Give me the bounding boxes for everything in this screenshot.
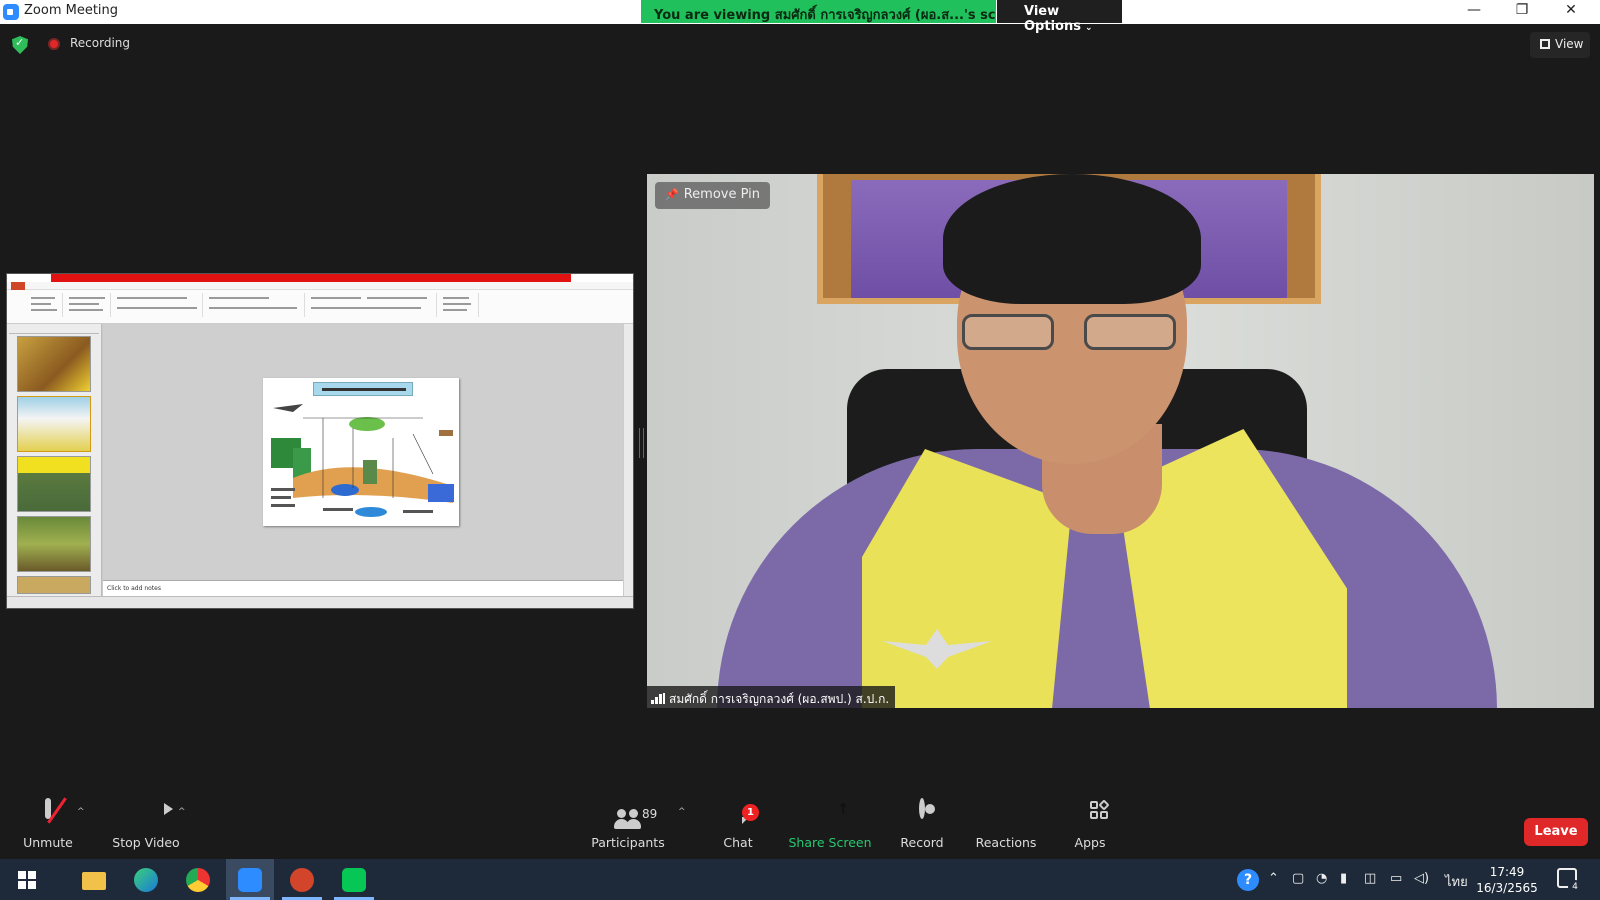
unmute-label: Unmute [23, 835, 73, 850]
restore-button[interactable]: ❐ [1499, 2, 1545, 18]
leave-button[interactable]: Leave [1524, 818, 1588, 846]
powerpoint-icon [290, 868, 314, 892]
security-tray-icon[interactable]: ◫ [1364, 871, 1376, 886]
shared-ppt-scrollbar [623, 324, 633, 596]
panel-splitter-handle[interactable] [639, 428, 644, 458]
chat-label: Chat [723, 835, 753, 850]
chat-unread-badge: 1 [742, 804, 759, 821]
pin-icon: 📌 [665, 188, 679, 201]
participant-name-tag: สมศักดิ์ การเจริญกลวงศ์ (ผอ.สพป.) ส.ป.ก. [647, 686, 896, 708]
shared-ppt-status-bar [7, 596, 633, 608]
slide-thumbnail [17, 396, 91, 452]
microphone-tray-icon[interactable]: ▮ [1340, 871, 1347, 886]
participants-button[interactable]: 89 Participants [590, 797, 666, 850]
windows-logo-icon [18, 871, 36, 889]
participants-count: 89 [642, 807, 658, 821]
shared-ppt-file-tab [11, 282, 25, 290]
chat-button[interactable]: Chat [710, 797, 766, 850]
taskbar-file-explorer[interactable] [70, 859, 118, 900]
stop-video-label: Stop Video [112, 835, 180, 850]
minimize-button[interactable]: — [1451, 2, 1497, 18]
windows-taskbar: ? ⌃ ▢ ◔ ▮ ◫ ▭ ◁) ไทย 17:49 16/3/2565 4 [0, 859, 1600, 900]
taskbar-line[interactable] [330, 859, 378, 900]
battery-icon[interactable]: ▭ [1390, 871, 1402, 886]
encryption-shield-icon[interactable] [12, 36, 28, 54]
input-language[interactable]: ไทย [1445, 871, 1468, 892]
shared-ppt-ribbon [7, 290, 633, 324]
help-icon[interactable]: ? [1237, 869, 1259, 891]
apps-label: Apps [1074, 835, 1106, 850]
chrome-icon [186, 868, 210, 892]
line-app-icon [342, 868, 366, 892]
notes-pane: Click to add notes [103, 580, 623, 596]
clock-time: 17:49 [1489, 865, 1525, 879]
window-title-bar: Zoom Meeting You are viewing สมศักดิ์ กา… [0, 0, 1600, 34]
muted-mic-icon [45, 797, 67, 824]
shared-ppt-title-strip [51, 274, 571, 282]
zoom-app-icon [3, 4, 19, 20]
meeting-top-bar: Recording View [0, 24, 1600, 64]
zoom-icon [238, 868, 262, 892]
shared-ppt-slide-canvas [103, 324, 623, 580]
remove-pin-button[interactable]: 📌 Remove Pin [655, 182, 770, 209]
taskbar-chrome[interactable] [174, 859, 222, 900]
shared-ppt-ribbon-tabs [7, 282, 633, 290]
slide-thumbnail [17, 576, 91, 594]
show-hidden-icons-icon[interactable]: ⌃ [1268, 871, 1279, 886]
signal-strength-icon [651, 693, 665, 704]
taskbar-zoom[interactable] [226, 859, 274, 900]
folder-icon [82, 872, 106, 890]
recording-label: Recording [70, 36, 131, 50]
record-label: Record [900, 835, 944, 850]
taskbar-edge[interactable] [122, 859, 170, 900]
edge-icon [134, 868, 158, 892]
current-slide [263, 378, 459, 526]
shared-ppt-body: Click to add notes [7, 324, 633, 596]
participants-options-chevron-icon[interactable]: ^ [678, 807, 686, 817]
participant-hair [943, 174, 1201, 304]
stop-video-button[interactable]: Stop Video [110, 797, 182, 850]
record-icon [919, 798, 925, 819]
reactions-label: Reactions [975, 835, 1037, 850]
view-layout-button[interactable]: View [1530, 32, 1590, 58]
slide-thumbnail [17, 336, 91, 392]
shared-screen[interactable]: Click to add notes [6, 273, 634, 609]
viewing-screen-banner: You are viewing สมศักดิ์ การเจริญกลวงศ์ … [641, 0, 996, 23]
volume-icon[interactable]: ◁) [1414, 871, 1429, 886]
taskbar-powerpoint[interactable] [278, 859, 326, 900]
grid-view-icon [1540, 39, 1550, 49]
clock-date: 16/3/2565 [1476, 881, 1538, 895]
remove-pin-label: Remove Pin [683, 187, 760, 202]
device-icon[interactable]: ▢ [1292, 871, 1304, 886]
slide-thumbnail [17, 516, 91, 572]
share-screen-button[interactable]: Share Screen [788, 797, 872, 850]
shared-ppt-title-bar [7, 274, 633, 282]
participants-label: Participants [591, 835, 665, 850]
audio-options-chevron-icon[interactable]: ^ [77, 807, 85, 817]
participant-glasses [962, 314, 1182, 352]
close-button[interactable]: ✕ [1548, 2, 1594, 18]
recording-dot-icon [48, 38, 60, 50]
wifi-icon[interactable]: ◔ [1316, 871, 1327, 886]
water-cycle-diagram [271, 404, 454, 517]
taskbar-clock[interactable]: 17:49 16/3/2565 [1472, 864, 1542, 896]
participants-icon [614, 809, 642, 829]
share-screen-label: Share Screen [788, 835, 872, 850]
participant-video-tile[interactable]: 📌 Remove Pin สมศักดิ์ การเจริญกลวงศ์ (ผอ.… [647, 174, 1594, 708]
notification-count: 4 [1568, 880, 1582, 894]
video-options-chevron-icon[interactable]: ^ [178, 807, 186, 817]
unmute-button[interactable]: Unmute [18, 797, 78, 850]
slide-thumbnail [17, 456, 91, 512]
participant-name: สมศักดิ์ การเจริญกลวงศ์ (ผอ.สพป.) ส.ป.ก. [669, 692, 890, 706]
apps-button[interactable]: Apps [1062, 797, 1118, 850]
meeting-controls-toolbar: Unmute ^ Stop Video ^ 89 Participants ^ … [0, 797, 1600, 857]
record-button[interactable]: Record [892, 797, 952, 850]
start-button[interactable] [2, 859, 50, 900]
window-title: Zoom Meeting [24, 3, 119, 18]
shared-ppt-thumbnails [7, 324, 102, 596]
reactions-button[interactable]: Reactions [970, 797, 1042, 850]
view-options-button[interactable]: View Options ⌄ [997, 0, 1122, 34]
view-label: View [1555, 37, 1584, 51]
